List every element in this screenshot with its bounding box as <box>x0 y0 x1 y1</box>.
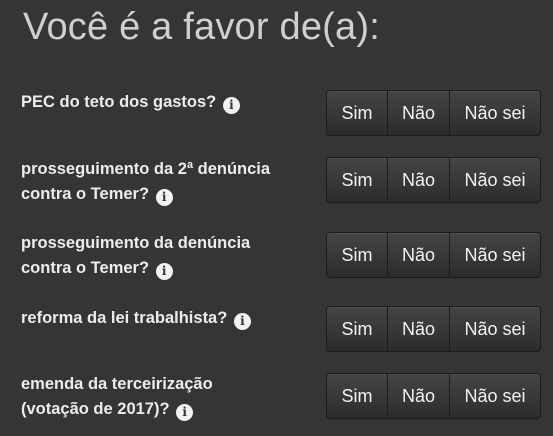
info-icon[interactable]: i <box>233 313 251 330</box>
question-text-line: contra o Temer? <box>21 259 150 277</box>
info-icon[interactable]: i <box>222 97 240 114</box>
answer-button-group: Sim Não Não sei <box>326 157 541 203</box>
question-label: PEC do teto dos gastos? i <box>21 90 311 115</box>
info-icon[interactable]: i <box>155 263 173 280</box>
sim-button[interactable]: Sim <box>326 157 388 203</box>
info-icon[interactable]: i <box>155 189 173 206</box>
sim-button[interactable]: Sim <box>326 90 388 136</box>
question-label: prosseguimento da 2ª denúncia contra o T… <box>21 157 311 207</box>
nao-button[interactable]: Não <box>387 232 450 278</box>
nao-sei-button[interactable]: Não sei <box>449 90 541 136</box>
nao-sei-button[interactable]: Não sei <box>449 157 541 203</box>
sim-button[interactable]: Sim <box>326 306 388 352</box>
sim-button[interactable]: Sim <box>326 373 388 419</box>
answer-button-group: Sim Não Não sei <box>326 232 541 278</box>
nao-button[interactable]: Não <box>387 373 450 419</box>
info-icon[interactable]: i <box>176 404 194 421</box>
nao-sei-button[interactable]: Não sei <box>449 373 541 419</box>
question-label: reforma da lei trabalhista? i <box>21 306 311 331</box>
question-text-line: PEC do teto dos gastos? <box>21 93 217 111</box>
answer-button-group: Sim Não Não sei <box>326 306 541 352</box>
sim-button[interactable]: Sim <box>326 232 388 278</box>
question-text-line: emenda da terceirização <box>21 375 213 393</box>
question-text-line: reforma da lei trabalhista? <box>21 309 228 327</box>
nao-button[interactable]: Não <box>387 306 450 352</box>
nao-sei-button[interactable]: Não sei <box>449 232 541 278</box>
answer-button-group: Sim Não Não sei <box>326 90 541 136</box>
nao-button[interactable]: Não <box>387 157 450 203</box>
question-text-line: prosseguimento da 2ª denúncia <box>21 160 271 178</box>
nao-sei-button[interactable]: Não sei <box>449 306 541 352</box>
question-text-line: contra o Temer? <box>21 185 150 203</box>
question-label: prosseguimento da denúncia contra o Teme… <box>21 231 311 281</box>
question-text-line: (votação de 2017)? <box>21 400 170 418</box>
answer-button-group: Sim Não Não sei <box>326 373 541 419</box>
question-text-line: prosseguimento da denúncia <box>21 234 251 252</box>
question-label: emenda da terceirização (votação de 2017… <box>21 372 311 422</box>
nao-button[interactable]: Não <box>387 90 450 136</box>
page-title: Você é a favor de(a): <box>23 6 380 48</box>
